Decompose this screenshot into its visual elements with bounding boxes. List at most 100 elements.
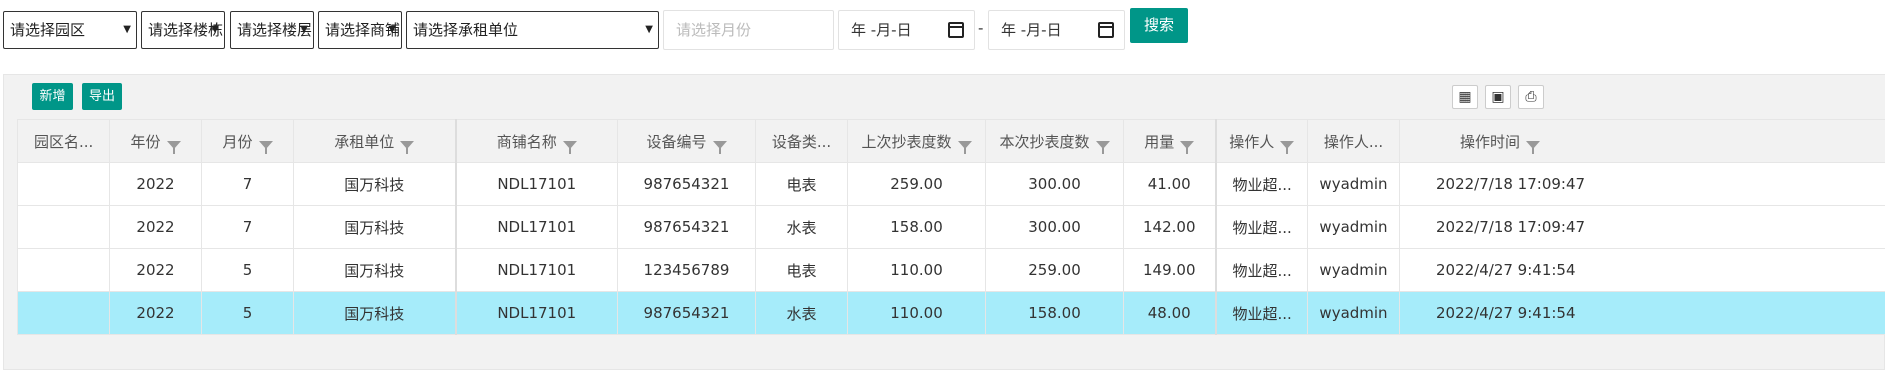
cell-op-time: 2022/4/27 9:41:54: [1399, 291, 1885, 335]
filter-icon[interactable]: [712, 141, 727, 154]
calendar-icon[interactable]: [1098, 22, 1114, 38]
col-header-month[interactable]: 月份: [201, 119, 294, 163]
cell-shop: NDL17101: [454, 248, 618, 292]
col-header-label: 承租单位: [334, 132, 395, 151]
cell-device-type: 电表: [755, 248, 848, 292]
filter-icon[interactable]: [258, 141, 273, 154]
col-header-label: 本次抄表度数: [999, 132, 1090, 151]
filter-icon[interactable]: [1180, 141, 1195, 154]
cell-device-no: 987654321: [617, 205, 756, 249]
end-date-value: 年 -月-日: [1001, 21, 1062, 39]
cell-last-reading: 110.00: [847, 248, 986, 292]
filter-icon[interactable]: [562, 141, 577, 154]
cell-last-reading: 259.00: [847, 162, 986, 206]
col-header-last-reading[interactable]: 上次抄表度数: [847, 119, 986, 163]
cell-park: [17, 248, 110, 292]
col-header-label: 操作人...: [1323, 132, 1384, 151]
cell-operator-account: wyadmin: [1307, 248, 1400, 292]
col-header-device-no[interactable]: 设备编号: [617, 119, 756, 163]
cell-op-time: 2022/7/18 17:09:47: [1399, 205, 1885, 249]
cell-device-no: 987654321: [617, 291, 756, 335]
tenant-select[interactable]: 请选择承租单位 ▼: [406, 11, 659, 49]
col-header-shop[interactable]: 商铺名称: [454, 119, 618, 163]
calendar-icon[interactable]: [948, 22, 964, 38]
col-header-operator-account[interactable]: 操作人...: [1307, 119, 1400, 163]
col-header-label: 年份: [130, 132, 161, 151]
building-select[interactable]: 请选择楼栋 ▼: [141, 11, 225, 49]
columns-icon[interactable]: ▦: [1452, 85, 1478, 109]
cell-month: 5: [201, 248, 294, 292]
col-header-label: 商铺名称: [496, 132, 557, 151]
table-row[interactable]: 2022 5 国万科技 NDL17101 987654321 水表 110.00 158.00…: [17, 291, 1885, 335]
col-header-usage[interactable]: 用量: [1123, 119, 1216, 163]
cell-device-type: 电表: [755, 162, 848, 206]
cell-usage: 142.00: [1123, 205, 1216, 249]
cell-device-no: 123456789: [617, 248, 756, 292]
cell-tenant: 国万科技: [293, 205, 456, 249]
cell-device-type: 水表: [755, 205, 848, 249]
col-header-label: 设备编号: [646, 132, 707, 151]
tenant-select-value: 请选择承租单位: [413, 21, 519, 39]
col-header-device-type[interactable]: 设备类...: [755, 119, 848, 163]
table-row[interactable]: 2022 7 国万科技 NDL17101 987654321 电表 259.00 300.00…: [17, 162, 1885, 206]
cell-current-reading: 300.00: [985, 205, 1124, 249]
filter-icon[interactable]: [957, 141, 972, 154]
park-select-value: 请选择园区: [10, 21, 86, 39]
col-header-tenant[interactable]: 承租单位: [293, 119, 456, 163]
cell-usage: 41.00: [1123, 162, 1216, 206]
cell-tenant: 国万科技: [293, 248, 456, 292]
export-icon[interactable]: ▣: [1485, 85, 1511, 109]
cell-tenant: 国万科技: [293, 291, 456, 335]
month-input[interactable]: 请选择月份: [663, 10, 834, 50]
table-row[interactable]: 2022 7 国万科技 NDL17101 987654321 水表 158.00 300.00…: [17, 205, 1885, 249]
park-select[interactable]: 请选择园区 ▼: [3, 11, 137, 49]
filter-icon[interactable]: [1280, 141, 1295, 154]
shop-select[interactable]: 请选择商铺 ▼: [318, 11, 402, 49]
cell-usage: 149.00: [1123, 248, 1216, 292]
cell-usage: 48.00: [1123, 291, 1216, 335]
col-header-park[interactable]: 园区名...: [17, 119, 110, 163]
cell-shop: NDL17101: [454, 291, 618, 335]
table-header-row: 园区名... 年份 月份 承租单位 商铺名称 设备编号 设备类... 上次抄表度…: [17, 119, 1885, 163]
cell-device-type: 水表: [755, 291, 848, 335]
date-range-separator: -: [978, 19, 984, 37]
col-header-label: 园区名...: [34, 132, 94, 151]
cell-operator: 物业超...: [1214, 248, 1308, 292]
end-date-input[interactable]: 年 -月-日: [988, 10, 1125, 50]
print-icon[interactable]: ⎙: [1518, 85, 1544, 109]
start-date-value: 年 -月-日: [851, 21, 912, 39]
cell-current-reading: 300.00: [985, 162, 1124, 206]
cell-op-time: 2022/7/18 17:09:47: [1399, 162, 1885, 206]
cell-month: 5: [201, 291, 294, 335]
cell-month: 7: [201, 162, 294, 206]
meter-table: 园区名... 年份 月份 承租单位 商铺名称 设备编号 设备类... 上次抄表度…: [17, 119, 1885, 335]
filter-icon[interactable]: [400, 141, 415, 154]
filter-icon[interactable]: [166, 141, 181, 154]
filter-icon[interactable]: [1526, 141, 1541, 154]
col-header-op-time[interactable]: 操作时间: [1399, 119, 1885, 163]
cell-year: 2022: [109, 162, 202, 206]
cell-device-no: 987654321: [617, 162, 756, 206]
col-header-operator[interactable]: 操作人: [1214, 119, 1308, 163]
export-button[interactable]: 导出: [82, 83, 122, 110]
start-date-input[interactable]: 年 -月-日: [838, 10, 975, 50]
add-button[interactable]: 新增: [32, 83, 73, 110]
cell-park: [17, 291, 110, 335]
cell-year: 2022: [109, 291, 202, 335]
table-row[interactable]: 2022 5 国万科技 NDL17101 123456789 电表 110.00 259.00…: [17, 248, 1885, 292]
chevron-down-icon: ▼: [123, 24, 131, 35]
filter-icon[interactable]: [1095, 141, 1110, 154]
floor-select[interactable]: 请选择楼层 ▼: [230, 11, 314, 49]
cell-month: 7: [201, 205, 294, 249]
col-header-current-reading[interactable]: 本次抄表度数: [985, 119, 1124, 163]
cell-current-reading: 158.00: [985, 291, 1124, 335]
cell-operator: 物业超...: [1214, 205, 1308, 249]
cell-operator-account: wyadmin: [1307, 162, 1400, 206]
col-header-label: 操作人: [1229, 132, 1275, 151]
search-button[interactable]: 搜索: [1130, 8, 1188, 43]
cell-year: 2022: [109, 205, 202, 249]
cell-year: 2022: [109, 248, 202, 292]
col-header-year[interactable]: 年份: [109, 119, 202, 163]
chevron-down-icon: ▼: [388, 24, 396, 35]
col-header-label: 上次抄表度数: [861, 132, 952, 151]
